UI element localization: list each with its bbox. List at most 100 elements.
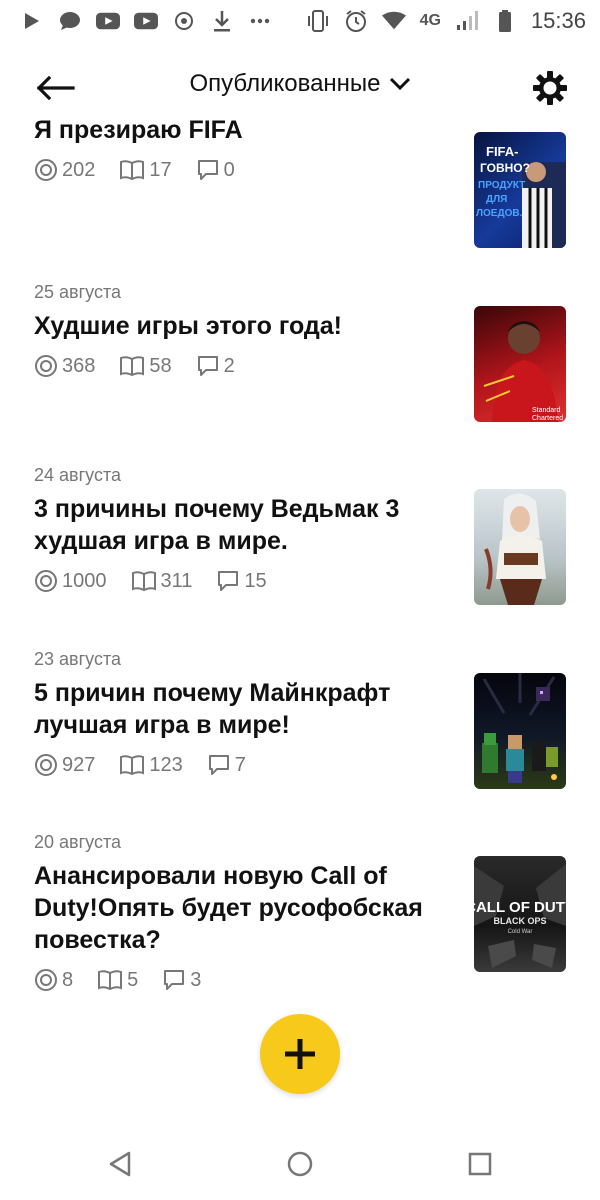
article-stats: 202 17 0: [34, 158, 444, 182]
article-item[interactable]: 20 августа Анансировали новую Call of Du…: [0, 830, 600, 1020]
article-item[interactable]: 25 августа Худшие игры этого года! 368 5…: [0, 280, 600, 450]
comments-count: 15: [244, 569, 267, 592]
views-count: 202: [62, 158, 96, 181]
views-count: 368: [62, 354, 96, 377]
article-thumbnail: CALL OF DUTY BLACK OPS Cold War: [474, 856, 566, 972]
youtube-icon: [134, 9, 158, 33]
article-item[interactable]: 24 августа 3 причины почему Ведьмак 3 ху…: [0, 463, 600, 633]
status-bar-left: [20, 9, 272, 33]
message-icon: [58, 9, 82, 33]
signal-icon: [455, 9, 479, 33]
app-notification-icon: [172, 9, 196, 33]
svg-text:ЛОЕДОВ.: ЛОЕДОВ.: [476, 208, 523, 219]
article-stats: 8 5 3: [34, 968, 444, 992]
views-count: 8: [62, 968, 74, 991]
comments-stat: 15: [216, 569, 267, 593]
article-date: 23 августа: [34, 649, 122, 669]
comments-count: 3: [190, 968, 202, 991]
reads-count: 311: [160, 569, 193, 592]
article-item[interactable]: 23 августа 5 причин почему Майнкрафт луч…: [0, 647, 600, 817]
reads-stat: 311: [131, 569, 193, 593]
reads-stat: 17: [119, 158, 172, 182]
article-title: 5 причин почему Майнкрафт лучшая игра в …: [34, 679, 391, 739]
nav-home-button[interactable]: [280, 1144, 320, 1184]
status-time: 15:36: [530, 8, 586, 33]
book-icon: [120, 356, 145, 377]
views-stat: 1000: [34, 569, 107, 593]
views-stat: 8: [34, 968, 73, 992]
download-icon: [210, 9, 234, 33]
eye-icon: [35, 754, 57, 776]
article-date: 20 августа: [34, 832, 122, 852]
svg-text:Cold War: Cold War: [508, 929, 533, 935]
nav-back-button[interactable]: [100, 1144, 140, 1184]
vibrate-icon: [306, 9, 330, 33]
article-text: 23 августа 5 причин почему Майнкрафт луч…: [34, 647, 444, 777]
comment-icon: [164, 970, 185, 990]
gear-icon: [533, 71, 567, 105]
wifi-icon: [381, 9, 406, 33]
article-thumbnail: [474, 489, 566, 605]
comments-stat: 2: [196, 355, 235, 378]
youtube-icon: [96, 9, 120, 33]
eye-icon: [35, 159, 57, 181]
comments-stat: 7: [207, 754, 246, 777]
create-article-button[interactable]: [260, 1014, 340, 1094]
article-text: 25 августа Худшие игры этого года! 368 5…: [34, 280, 444, 378]
status-bar: 4G 15:36: [0, 0, 600, 42]
reads-stat: 123: [119, 753, 183, 777]
page-title: Опубликованные: [189, 70, 381, 97]
article-text: 20 августа Анансировали новую Call of Du…: [34, 830, 444, 992]
article-date: 24 августа: [34, 465, 122, 485]
comment-icon: [218, 571, 239, 591]
publication-filter-dropdown[interactable]: Опубликованные: [0, 70, 600, 98]
reads-count: 17: [149, 158, 172, 181]
comments-count: 7: [234, 753, 246, 776]
system-navigation-bar: [0, 1120, 600, 1200]
svg-text:FIFA-: FIFA-: [486, 144, 519, 159]
comment-icon: [208, 755, 229, 775]
comments-count: 2: [223, 354, 235, 377]
network-type-label: 4G: [419, 12, 441, 29]
article-thumbnail: FIFA- ГОВНО? ПРОДУКТ ДЛЯ ЛОЕДОВ.: [474, 132, 566, 248]
svg-text:ПРОДУКТ: ПРОДУКТ: [478, 180, 525, 191]
book-icon: [131, 571, 156, 592]
nav-recents-button[interactable]: [460, 1144, 500, 1184]
book-icon: [98, 970, 123, 991]
triangle-back-icon: [109, 1151, 131, 1177]
article-item[interactable]: Я презираю FIFA 202 17 0 FIFA- ГОВНО? ПР…: [0, 120, 600, 248]
more-notifications-icon: [248, 9, 272, 33]
comment-icon: [197, 356, 218, 376]
article-title: Худшие игры этого года!: [34, 312, 342, 340]
svg-text:BLACK OPS: BLACK OPS: [493, 916, 546, 926]
book-icon: [120, 160, 145, 181]
alarm-icon: [344, 9, 368, 33]
svg-text:CALL OF DUTY: CALL OF DUTY: [474, 899, 566, 916]
views-stat: 202: [34, 158, 95, 182]
views-stat: 368: [34, 354, 95, 378]
article-text: Я презираю FIFA 202 17 0: [34, 120, 444, 182]
reads-stat: 58: [119, 355, 172, 378]
plus-icon: [285, 1039, 315, 1069]
eye-icon: [35, 570, 57, 592]
article-thumbnail: [474, 673, 566, 789]
eye-icon: [35, 355, 57, 377]
settings-button[interactable]: [530, 68, 570, 108]
svg-text:ДЛЯ: ДЛЯ: [486, 194, 507, 205]
battery-icon: [493, 9, 517, 33]
article-stats: 368 58 2: [34, 354, 444, 378]
svg-text:ГОВНО?: ГОВНО?: [480, 161, 530, 175]
circle-home-icon: [287, 1151, 313, 1177]
article-title: Я презираю FIFA: [34, 120, 243, 144]
chevron-down-icon: [389, 77, 410, 91]
svg-text:Chartered: Chartered: [532, 415, 563, 422]
top-app-bar: Опубликованные: [0, 56, 600, 120]
article-stats: 927 123 7: [34, 753, 444, 777]
views-count: 1000: [62, 569, 107, 592]
comments-stat: 3: [162, 969, 201, 992]
reads-stat: 5: [97, 969, 138, 992]
reads-count: 123: [149, 753, 183, 776]
eye-icon: [35, 969, 57, 991]
article-date: 25 августа: [34, 282, 122, 302]
svg-text:Standard: Standard: [532, 407, 561, 414]
